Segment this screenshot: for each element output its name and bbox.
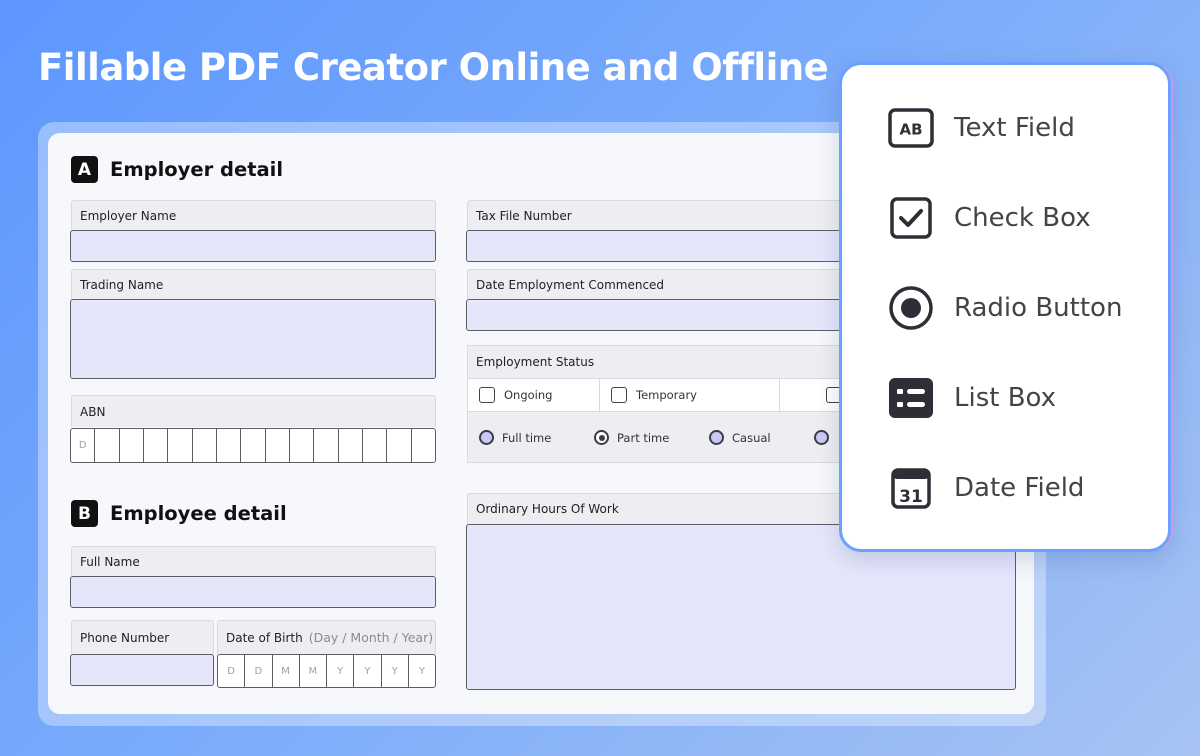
date-field-icon: 31	[888, 465, 934, 511]
palette-item-date-field[interactable]: 31 Date Field	[888, 465, 1084, 511]
section-title-employee: Employee detail	[110, 502, 287, 525]
date-of-birth-label: Date of Birth (Day / Month / Year)	[217, 620, 436, 654]
abn-cell[interactable]	[266, 429, 290, 462]
dob-cell[interactable]: M	[273, 655, 300, 687]
abn-cell[interactable]	[168, 429, 193, 462]
date-of-birth-label-text: Date of Birth	[226, 630, 303, 645]
list-box-icon	[888, 375, 934, 421]
abn-cell[interactable]	[290, 429, 315, 462]
section-badge-a: A	[71, 156, 98, 183]
abn-input[interactable]: D	[70, 428, 436, 463]
abn-cell[interactable]	[144, 429, 169, 462]
dob-cell[interactable]: D	[218, 655, 246, 687]
abn-cell[interactable]	[387, 429, 412, 462]
radio-label: Full time	[502, 430, 552, 445]
abn-cell[interactable]	[412, 429, 435, 462]
palette-item-list-box[interactable]: List Box	[888, 375, 1056, 421]
radio-circle[interactable]	[814, 430, 829, 445]
checkbox-label: Ongoing	[504, 388, 553, 402]
dob-cell[interactable]: Y	[382, 655, 409, 687]
radio-circle[interactable]	[709, 430, 724, 445]
abn-label: ABN	[71, 395, 436, 427]
checkbox-square[interactable]	[479, 387, 495, 403]
checkbox-label: Temporary	[636, 388, 697, 402]
radio-circle-selected[interactable]	[594, 430, 609, 445]
radio-label: Part time	[617, 430, 670, 445]
abn-cell[interactable]: D	[71, 429, 96, 462]
radio-fourth[interactable]	[814, 430, 829, 445]
employer-name-label: Employer Name	[71, 200, 436, 230]
abn-cell[interactable]	[217, 429, 242, 462]
abn-cell[interactable]	[314, 429, 339, 462]
phone-number-label: Phone Number	[71, 620, 214, 654]
abn-cell[interactable]	[193, 429, 217, 462]
abn-cell[interactable]	[95, 429, 120, 462]
abn-cell[interactable]	[339, 429, 363, 462]
palette-item-check-box[interactable]: Check Box	[888, 195, 1091, 241]
full-name-label: Full Name	[71, 546, 436, 576]
abn-cell[interactable]	[363, 429, 388, 462]
checkbox-icon	[888, 195, 934, 241]
section-employer-detail: A Employer detail	[71, 156, 283, 183]
palette-label: Radio Button	[954, 293, 1123, 323]
radio-circle[interactable]	[479, 430, 494, 445]
field-palette: AB Text Field Check Box Radio Button Lis…	[839, 62, 1171, 552]
section-title-employer: Employer detail	[110, 158, 284, 181]
text-field-icon-glyph: AB	[899, 121, 922, 139]
palette-label: Date Field	[954, 473, 1085, 503]
trading-name-label: Trading Name	[71, 269, 436, 299]
checkbox-temporary[interactable]: Temporary	[600, 379, 780, 411]
radio-casual[interactable]: Casual	[709, 430, 771, 445]
palette-label: Check Box	[954, 203, 1091, 233]
dob-cell[interactable]: D	[245, 655, 273, 687]
employment-status-label: Employment Status	[476, 355, 595, 369]
palette-item-radio-button[interactable]: Radio Button	[888, 285, 1122, 331]
section-badge-b: B	[71, 500, 98, 527]
date-of-birth-input[interactable]: D D M M Y Y Y Y	[217, 654, 436, 688]
abn-cell[interactable]	[241, 429, 266, 462]
text-field-icon: AB	[888, 105, 934, 151]
palette-label: List Box	[954, 383, 1057, 413]
radio-label: Casual	[732, 430, 771, 445]
date-field-icon-glyph: 31	[899, 487, 923, 507]
radio-part-time[interactable]: Part time	[594, 430, 669, 445]
radio-full-time[interactable]: Full time	[479, 430, 551, 445]
palette-label: Text Field	[954, 113, 1075, 143]
radio-button-icon	[888, 285, 934, 331]
section-employee-detail: B Employee detail	[71, 500, 287, 527]
full-name-input[interactable]	[70, 576, 436, 608]
dob-cell[interactable]: M	[300, 655, 327, 687]
dob-cell[interactable]: Y	[354, 655, 382, 687]
checkbox-ongoing[interactable]: Ongoing	[468, 379, 600, 411]
page-headline: Fillable PDF Creator Online and Offline	[38, 46, 829, 89]
employer-name-input[interactable]	[70, 230, 436, 262]
abn-cell[interactable]	[120, 429, 144, 462]
dob-cell[interactable]: Y	[327, 655, 355, 687]
date-of-birth-hint: (Day / Month / Year)	[308, 630, 434, 645]
phone-number-input[interactable]	[70, 654, 214, 686]
checkbox-square[interactable]	[611, 387, 627, 403]
palette-item-text-field[interactable]: AB Text Field	[888, 105, 1075, 151]
dob-cell[interactable]: Y	[409, 655, 435, 687]
trading-name-input[interactable]	[70, 299, 436, 379]
